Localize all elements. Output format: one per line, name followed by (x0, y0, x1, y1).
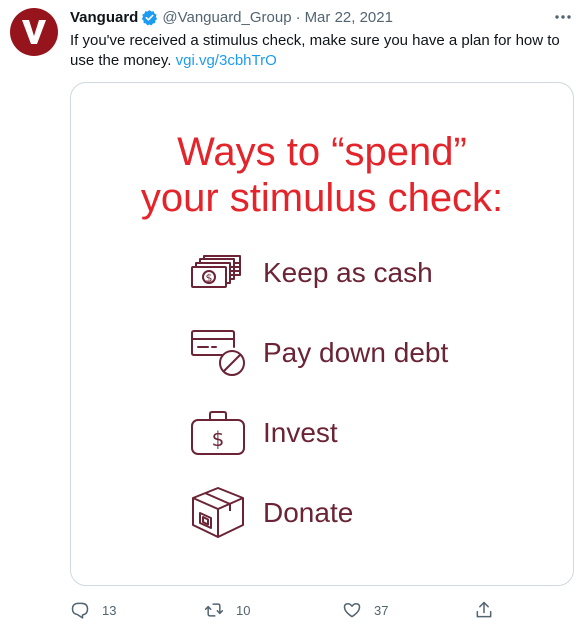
like-count: 37 (374, 602, 389, 618)
svg-text:$: $ (212, 427, 225, 451)
reply-button[interactable]: 13 (70, 598, 116, 622)
share-button[interactable] (474, 598, 494, 622)
author-handle[interactable]: @Vanguard_Group (162, 9, 291, 26)
donation-box-icon (183, 483, 253, 543)
retweet-count: 10 (236, 602, 251, 618)
tweet-header: Vanguard @Vanguard_Group · Mar 22, 2021 (70, 7, 573, 27)
card-title-line-2: your stimulus check: (140, 176, 504, 220)
tweet[interactable]: Vanguard @Vanguard_Group · Mar 22, 2021 … (0, 0, 583, 636)
author-name[interactable]: Vanguard (70, 9, 138, 26)
tweet-body: If you've received a stimulus check, mak… (70, 32, 560, 69)
tweet-text: If you've received a stimulus check, mak… (70, 31, 570, 71)
tweet-date[interactable]: Mar 22, 2021 (305, 9, 393, 26)
item-label-donate: Donate (263, 497, 354, 528)
vanguard-logo-icon (22, 20, 46, 44)
briefcase-dollar-icon: $ (183, 403, 253, 463)
svg-text:$: $ (206, 272, 213, 285)
like-button[interactable]: 37 (342, 598, 388, 622)
reply-icon (71, 602, 89, 619)
cash-stack-icon: $ (183, 243, 253, 303)
card-title-line-1: Ways to “spend” (177, 130, 467, 174)
verified-badge-icon (141, 9, 158, 26)
reply-count: 13 (102, 602, 117, 618)
item-label-keep-as-cash: Keep as cash (263, 257, 433, 288)
separator-dot: · (295, 8, 301, 26)
item-label-invest: Invest (263, 417, 338, 448)
more-options-icon[interactable] (553, 7, 573, 27)
tweet-image-card[interactable]: Ways to “spend” your stimulus check: $ K… (70, 82, 574, 586)
retweet-icon (204, 603, 224, 617)
retweet-button[interactable]: 10 (204, 598, 250, 622)
list-item-pay-down-debt: Pay down debt (183, 323, 448, 383)
heart-icon (343, 603, 361, 618)
list-item-donate: Donate (183, 483, 353, 543)
credit-card-cancel-icon (183, 323, 253, 383)
card-title: Ways to “spend” your stimulus check: (71, 129, 573, 221)
tweet-actions: 13 10 37 (70, 598, 500, 622)
list-item-keep-as-cash: $ Keep as cash (183, 243, 433, 303)
share-icon (476, 601, 492, 618)
tweet-link[interactable]: vgi.vg/3cbhTrO (176, 52, 277, 69)
list-item-invest: $ Invest (183, 403, 338, 463)
item-label-pay-down-debt: Pay down debt (263, 337, 449, 368)
avatar[interactable] (10, 8, 58, 56)
